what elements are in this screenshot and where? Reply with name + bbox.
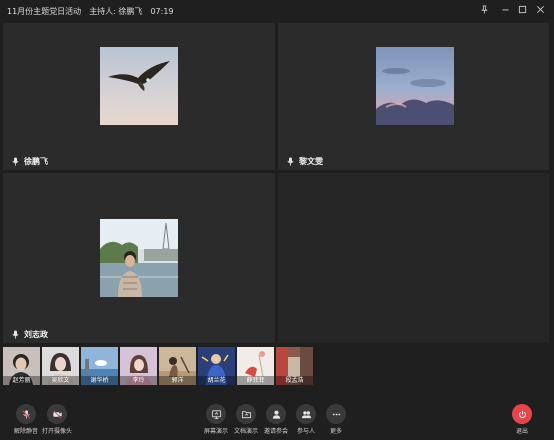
microphone-icon [287,157,294,166]
participant-thumb[interactable]: 李玲 [120,347,157,385]
invite-user-icon [266,404,286,424]
participant-name: 李玲 [120,376,157,385]
participant-name: 胡兰花 [198,376,235,385]
participant-thumb[interactable]: 薛菲菲 [237,347,274,385]
meeting-time: 07:19 [150,6,174,16]
participant-thumb[interactable]: 胡兰花 [198,347,235,385]
tile-name-tag: 徐鹏飞 [12,156,48,167]
video-tile-empty [278,173,549,343]
sky-avatar [376,47,454,125]
tile-name: 刘志政 [24,330,48,339]
participant-name: 谢华桥 [81,376,118,385]
microphone-icon [12,157,19,166]
screen-share-icon [206,404,226,424]
maximize-icon[interactable] [514,2,530,16]
camera-label: 打开摄像头 [42,428,73,435]
power-icon [512,404,532,424]
pin-icon[interactable] [476,2,492,16]
video-tile-1[interactable]: 徐鹏飞 [3,23,275,170]
attendees-label: 参与人 [296,428,315,435]
participant-thumb[interactable]: 赵芳丽 [3,347,40,385]
more-label: 更多 [329,428,342,435]
tile-name: 徐鹏飞 [24,157,48,166]
meeting-window: 11月份主题党日活动 主持人: 徐鹏飞 07:19 徐鹏飞 黎文雯 刘志政 赵芳… [0,0,554,440]
participant-name: 郭洋 [159,376,196,385]
attendees-icon [296,404,316,424]
video-tile-3[interactable]: 刘志政 [3,173,275,343]
camera-off-icon [47,404,67,424]
tile-name-tag: 刘志政 [12,329,48,340]
meeting-title: 11月份主题党日活动 [7,6,82,16]
eagle-avatar [100,47,178,125]
attendees-button[interactable]: 参与人 [296,404,316,435]
participant-thumb[interactable]: 段孟浩 [276,347,313,385]
participant-thumb[interactable]: 谢华桥 [81,347,118,385]
title-bar: 11月份主题党日活动 主持人: 徐鹏飞 07:19 [0,0,554,22]
minimize-icon[interactable] [497,2,513,16]
meeting-host: 主持人: 徐鹏飞 [89,6,143,16]
participant-name: 吴欣文 [42,376,79,385]
participant-strip[interactable]: 赵芳丽 吴欣文 谢华桥 李玲 郭洋 胡兰花 薛菲菲 段孟浩 [3,347,549,387]
paris-avatar [100,219,178,297]
participant-thumb[interactable]: 吴欣文 [42,347,79,385]
invite-label: 邀请参会 [264,428,289,435]
doc-share-button[interactable]: 文档演示 [234,404,258,435]
participant-name: 段孟浩 [276,376,313,385]
exit-button[interactable]: 退出 [512,404,532,435]
participant-thumb[interactable]: 郭洋 [159,347,196,385]
screen-share-label: 屏幕演示 [204,428,229,435]
video-tile-2[interactable]: 黎文雯 [278,23,549,170]
microphone-muted-icon [16,404,36,424]
camera-button[interactable]: 打开摄像头 [42,404,72,435]
tile-name: 黎文雯 [299,157,323,166]
tile-name-tag: 黎文雯 [287,156,323,167]
screen-share-button[interactable]: 屏幕演示 [204,404,228,435]
microphone-icon [12,330,19,339]
exit-label: 退出 [515,428,528,435]
participant-name: 薛菲菲 [237,376,274,385]
more-button[interactable]: 更多 [326,404,346,435]
invite-button[interactable]: 邀请参会 [264,404,288,435]
doc-share-label: 文档演示 [234,428,259,435]
unmute-label: 解除静音 [14,428,39,435]
close-icon[interactable] [532,2,548,16]
participant-name: 赵芳丽 [3,376,40,385]
more-icon [326,404,346,424]
folder-icon [236,404,256,424]
unmute-button[interactable]: 解除静音 [14,404,38,435]
